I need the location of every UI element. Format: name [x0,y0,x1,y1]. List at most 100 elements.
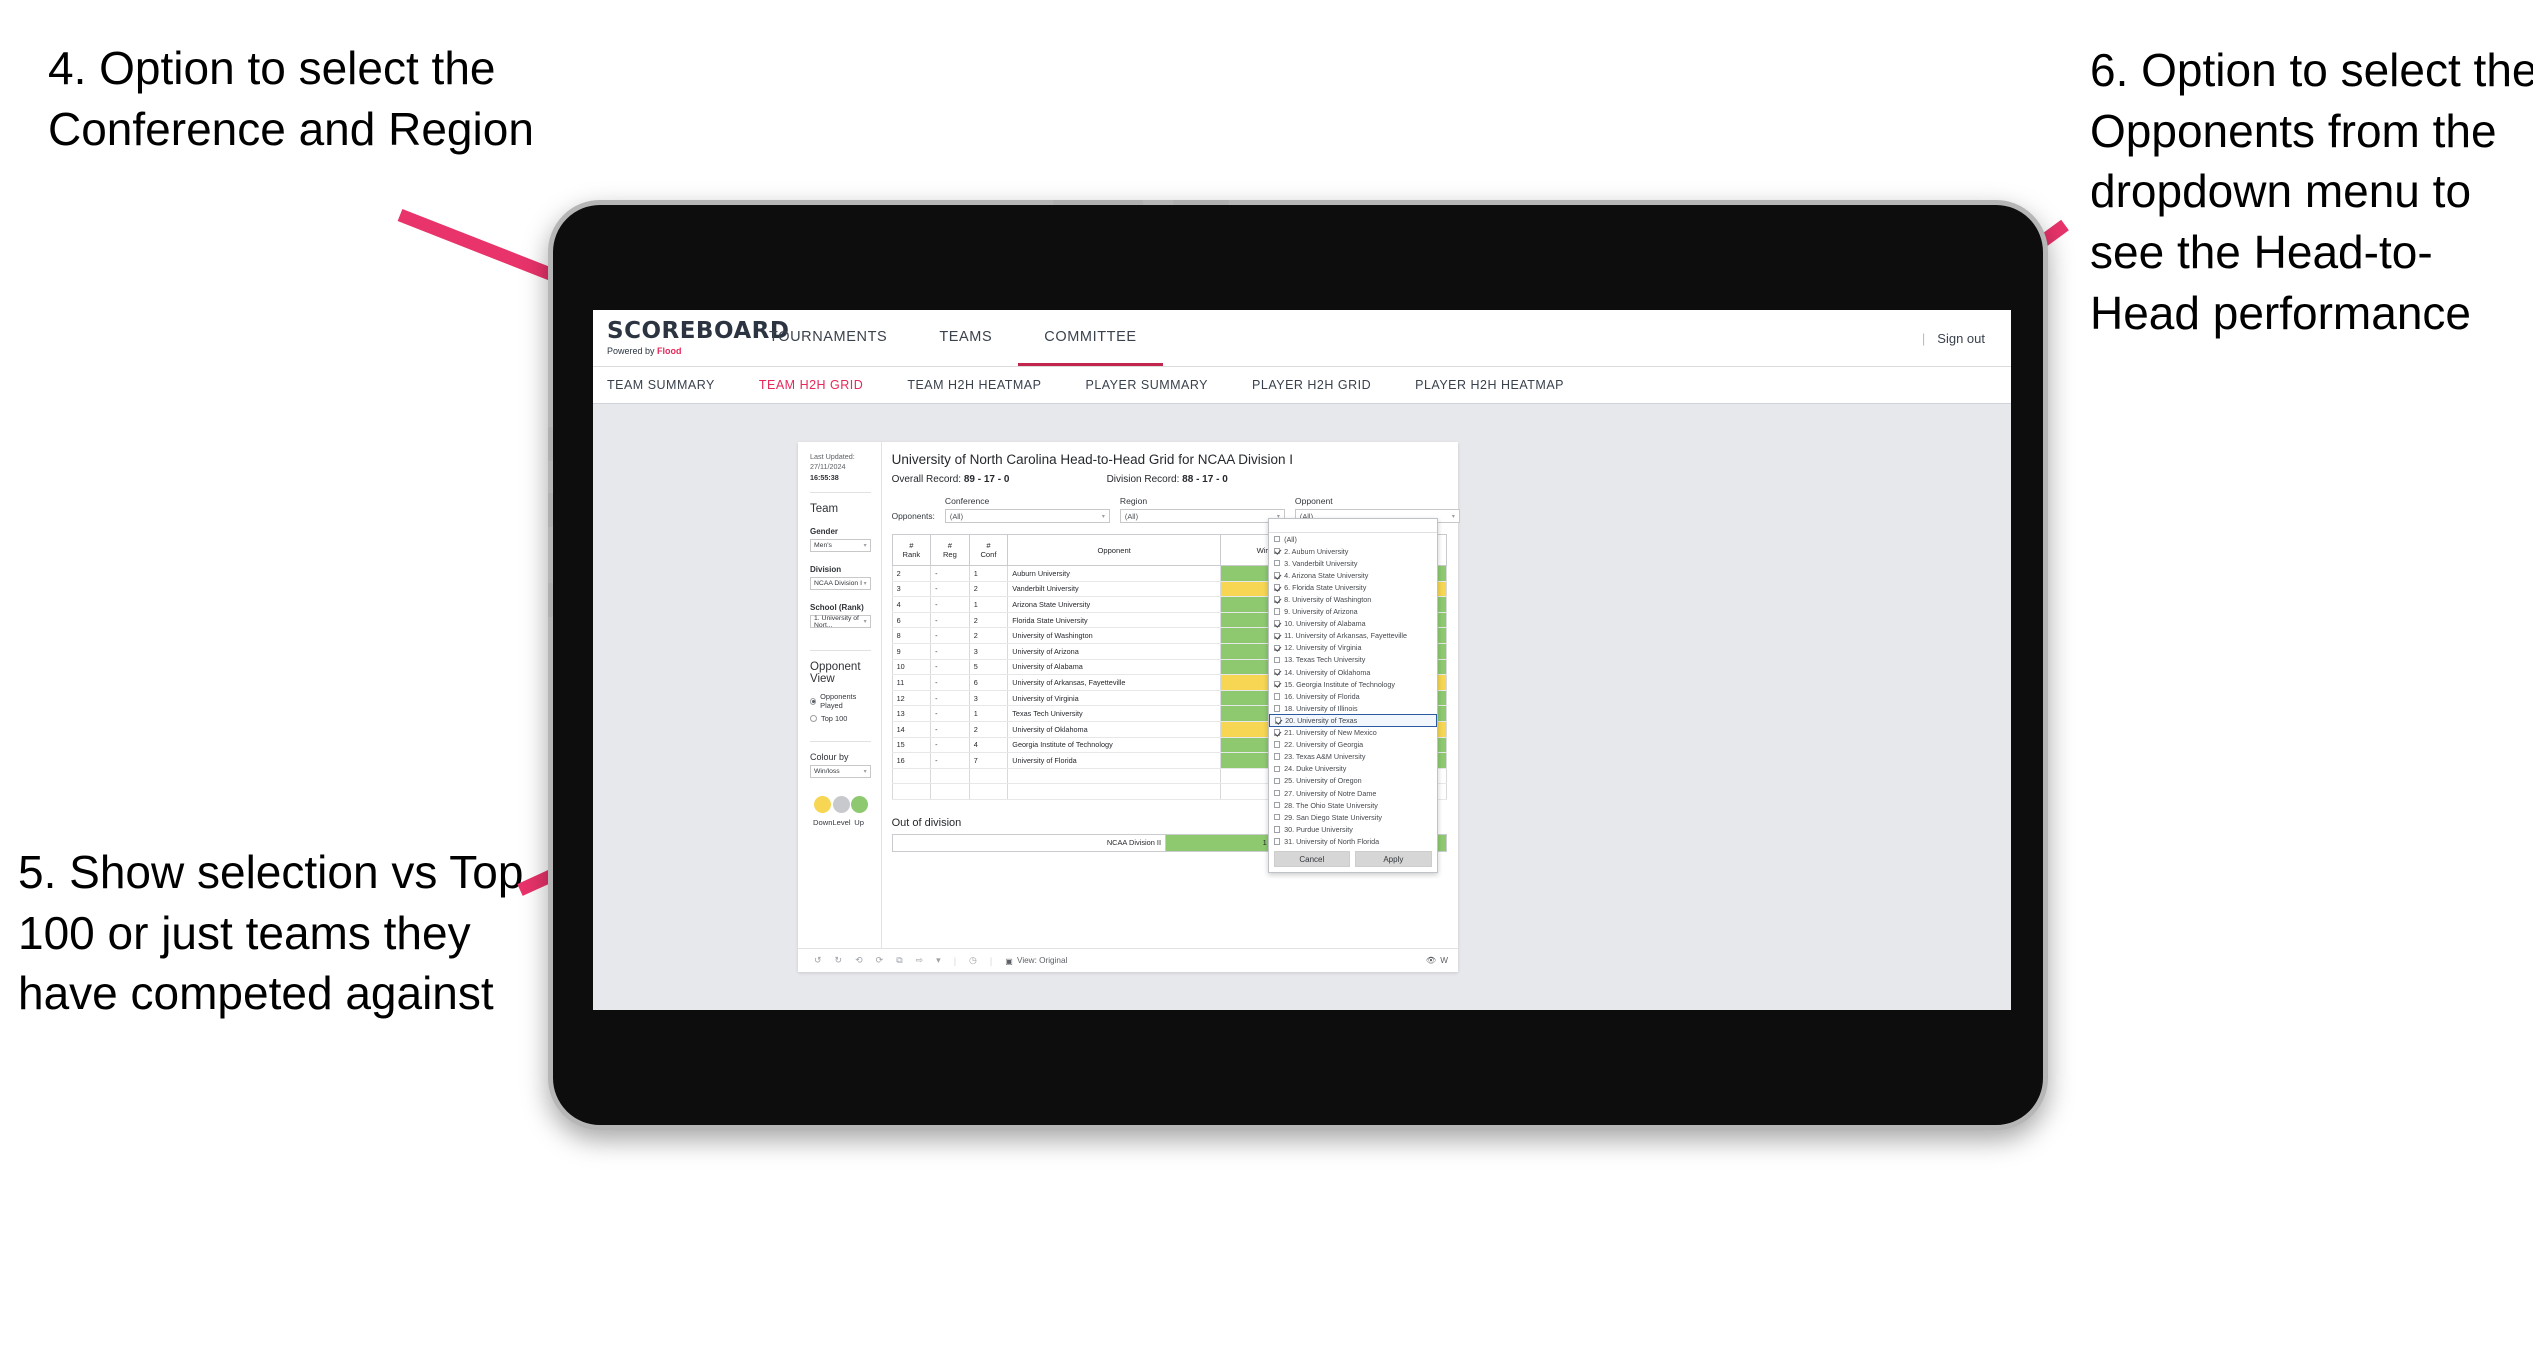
checkbox-icon[interactable] [1274,717,1282,724]
clock-icon[interactable]: ◷ [969,955,977,966]
opponent-dropdown-item[interactable]: 8. University of Washington [1269,593,1437,605]
checkbox-icon[interactable] [1273,572,1281,579]
opponent-dropdown-item-label: 15. Georgia Institute of Technology [1284,679,1396,689]
checkbox-icon[interactable] [1273,547,1281,555]
checkbox-icon[interactable] [1273,705,1281,712]
cell-rank: 11 [891,674,932,691]
watch-control[interactable]: 👁 W [1426,956,1458,966]
checkbox-icon[interactable] [1273,789,1281,797]
checkbox-icon[interactable] [1273,838,1281,845]
cell-conf: 5 [968,659,1009,676]
division-select[interactable]: NCAA Division I ▾ [810,577,871,591]
nav-committee[interactable]: COMMITTEE [1018,310,1163,366]
checkbox-icon[interactable] [1273,608,1281,615]
undo-icon[interactable]: ↺ [814,955,822,966]
team-section-title: Team [810,503,839,516]
radio-top-100[interactable]: Top 100 [810,714,871,723]
opponent-dropdown-search[interactable] [1268,519,1437,533]
opponent-dropdown-item[interactable]: 16. University of Florida [1269,690,1437,702]
checkbox-icon[interactable] [1273,620,1281,627]
subnav-player-h2h-grid[interactable]: PLAYER H2H GRID [1252,378,1393,392]
radio-opponents-played[interactable]: Opponents Played [810,692,871,710]
subnav-player-h2h-heatmap[interactable]: PLAYER H2H HEATMAP [1415,378,1586,392]
subnav-player-summary[interactable]: PLAYER SUMMARY [1085,378,1230,392]
opponent-dropdown-item[interactable]: 3. Vanderbilt University [1269,557,1437,569]
opponent-dropdown-item[interactable]: 15. Georgia Institute of Technology [1269,678,1437,690]
opponent-dropdown-item[interactable]: 30. Purdue University [1269,823,1437,835]
opponent-dropdown-item[interactable]: 22. University of Georgia [1269,739,1437,751]
brand-logo[interactable]: SCOREBOARD Powered by Flood [593,310,789,366]
checkbox-icon[interactable] [1273,826,1281,833]
share-icon[interactable]: ⇨ [916,955,924,966]
signout-link[interactable]: Sign out [1937,331,1985,346]
checkbox-icon[interactable] [1273,632,1281,640]
cell-blank [1007,783,1221,800]
opponent-dropdown-item[interactable]: 27. University of Notre Dame [1269,787,1437,799]
opponent-dropdown-item[interactable]: (All) [1269,533,1437,545]
view-original-button[interactable]: ▣ View: Original [1005,956,1067,966]
checkbox-icon[interactable] [1273,777,1281,785]
checkbox-icon[interactable] [1273,596,1281,603]
checkbox-icon[interactable] [1273,535,1281,543]
col-reg-l2: Reg [942,550,957,559]
gender-select[interactable]: Men's ▾ [810,539,871,553]
checkbox-icon[interactable] [1273,656,1281,664]
opponent-dropdown-item[interactable]: 12. University of Virginia [1269,642,1437,654]
checkbox-icon[interactable] [1273,668,1281,676]
checkbox-icon[interactable] [1273,644,1281,652]
opponent-dropdown-item[interactable]: 9. University of Arizona [1269,606,1437,618]
share-dropdown-icon[interactable]: ▾ [936,955,941,966]
cancel-button[interactable]: Cancel [1273,851,1351,868]
checkbox-icon[interactable] [1273,813,1281,821]
checkbox-icon[interactable] [1273,729,1281,736]
school-rank-select[interactable]: 1. University of Nort... ▾ [810,615,871,629]
pause-icon[interactable]: ⧉ [896,955,902,966]
opponent-dropdown-item[interactable]: 29. San Diego State University [1269,811,1437,823]
opponent-dropdown-item[interactable]: 4. Arizona State University [1269,569,1437,581]
revert-icon[interactable]: ⟲ [855,955,863,966]
opponent-dropdown-item[interactable]: 10. University of Alabama [1269,618,1437,630]
checkbox-icon[interactable] [1273,693,1281,700]
nav-tournaments[interactable]: TOURNAMENTS [743,310,913,366]
redo-icon[interactable]: ↻ [835,955,843,966]
opponent-dropdown-item[interactable]: 25. University of Oregon [1269,775,1437,787]
checkbox-icon[interactable] [1273,801,1281,809]
opponent-dropdown-item[interactable]: 20. University of Texas [1268,714,1437,727]
cell-opponent: University of Florida [1007,752,1221,769]
refresh-icon[interactable]: ⟳ [876,955,884,966]
opponent-dropdown-item[interactable]: 18. University of Illinois [1269,702,1437,714]
opponent-dropdown-item[interactable]: 23. Texas A&M University [1269,751,1437,763]
colour-by-select[interactable]: Win/loss ▾ [810,765,871,779]
checkbox-icon[interactable] [1273,559,1281,567]
apply-button[interactable]: Apply [1355,851,1432,868]
opponent-dropdown-item[interactable]: 11. University of Arkansas, Fayetteville [1269,630,1437,642]
opponent-dropdown-item-label: 2. Auburn University [1284,546,1349,556]
checkbox-icon[interactable] [1273,765,1281,773]
opponent-dropdown-item-label: 20. University of Texas [1285,715,1358,725]
opponent-dropdown-item[interactable]: 21. University of New Mexico [1269,727,1437,739]
opponent-dropdown-item[interactable]: 28. The Ohio State University [1269,799,1437,811]
opponent-dropdown-item[interactable]: 31. University of North Florida [1269,835,1437,847]
cell-reg: - [930,659,970,676]
opponent-dropdown-item[interactable]: 6. Florida State University [1269,581,1437,593]
opponent-dropdown[interactable]: (All) 2. Auburn University 3. Vanderbilt U… [1267,518,1438,874]
opponent-dropdown-item[interactable]: 2. Auburn University [1269,545,1437,557]
checkbox-icon[interactable] [1273,680,1281,688]
opponent-dropdown-item[interactable]: 14. University of Oklahoma [1269,666,1437,678]
checkbox-icon[interactable] [1273,741,1281,748]
checkbox-icon[interactable] [1273,753,1281,760]
subnav-team-h2h-grid[interactable]: TEAM H2H GRID [759,378,885,392]
subnav-team-summary[interactable]: TEAM SUMMARY [607,378,737,392]
col-rank-l1: # [909,541,914,550]
cell-conf: 2 [968,612,1009,629]
opponent-dropdown-item-label: 18. University of Illinois [1284,703,1358,713]
conference-select[interactable]: (All) ▾ [944,509,1110,523]
opponent-dropdown-item[interactable]: 13. Texas Tech University [1269,654,1437,666]
checkbox-icon[interactable] [1273,584,1281,591]
region-select[interactable]: (All) ▾ [1119,509,1285,523]
opponent-view-title: Opponent View [810,661,861,686]
nav-teams[interactable]: TEAMS [913,310,1018,366]
subnav-team-h2h-heatmap[interactable]: TEAM H2H HEATMAP [907,378,1063,392]
radio-top-100-label: Top 100 [821,714,848,724]
opponent-dropdown-item[interactable]: 24. Duke University [1269,763,1437,775]
